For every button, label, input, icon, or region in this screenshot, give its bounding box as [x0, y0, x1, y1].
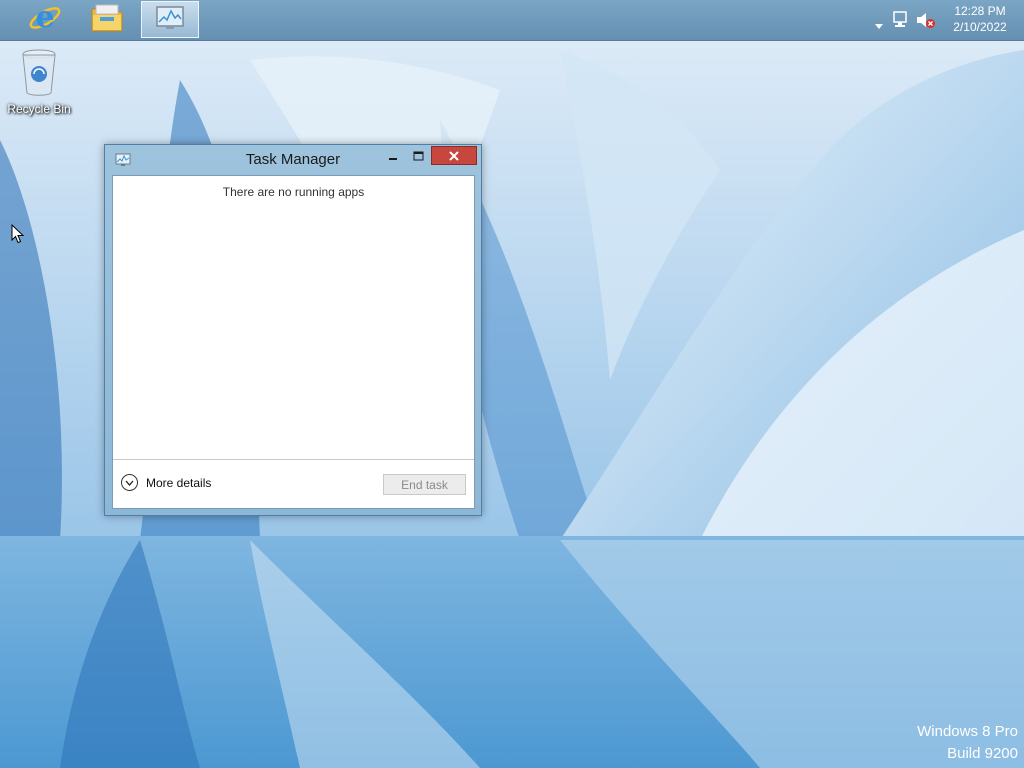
clock-time: 12:28 PM — [954, 4, 1006, 18]
svg-text:e: e — [35, 1, 54, 35]
more-details-button[interactable]: More details — [121, 474, 211, 491]
taskbar: e 12:28 PM 2/10/2022 — [0, 0, 1024, 41]
empty-apps-message: There are no running apps — [222, 185, 365, 199]
task-manager-content: There are no running apps More details E… — [112, 175, 475, 509]
more-details-label: More details — [146, 475, 212, 490]
task-manager-footer: More details End task — [113, 459, 474, 508]
watermark-build: Build 9200 — [947, 745, 1018, 762]
title-bar[interactable]: Task Manager — [105, 145, 481, 175]
taskbar-task-manager-button[interactable] — [141, 1, 199, 38]
clock-date: 2/10/2022 — [953, 20, 1007, 34]
recycle-bin-icon — [19, 49, 59, 100]
close-icon — [448, 146, 460, 165]
mouse-cursor-icon — [11, 223, 25, 248]
chevron-up-icon[interactable] — [874, 15, 884, 34]
windows-watermark: Windows 8 Pro Build 9200 — [917, 721, 1018, 765]
minimize-button[interactable] — [381, 145, 405, 165]
taskbar-file-explorer-button[interactable] — [78, 1, 136, 38]
desktop-icon-recycle-bin[interactable]: Recycle Bin — [2, 47, 76, 116]
maximize-button[interactable] — [406, 145, 430, 165]
ie-icon: e — [28, 0, 62, 39]
maximize-icon — [413, 146, 424, 165]
watermark-edition: Windows 8 Pro — [917, 723, 1018, 740]
task-manager-icon — [155, 5, 185, 35]
network-icon[interactable] — [892, 11, 910, 33]
taskbar-internet-explorer-button[interactable]: e — [16, 0, 74, 39]
clock[interactable]: 12:28 PM 2/10/2022 — [940, 3, 1020, 35]
close-button[interactable] — [431, 146, 477, 165]
volume-muted-icon[interactable] — [916, 11, 936, 33]
minimize-icon — [388, 146, 398, 165]
task-manager-window: Task Manager There are no running apps M… — [104, 144, 482, 516]
desktop-icon-label: Recycle Bin — [7, 102, 71, 116]
folder-icon — [90, 3, 124, 37]
end-task-button[interactable]: End task — [383, 474, 466, 495]
chevron-down-icon — [121, 474, 138, 491]
